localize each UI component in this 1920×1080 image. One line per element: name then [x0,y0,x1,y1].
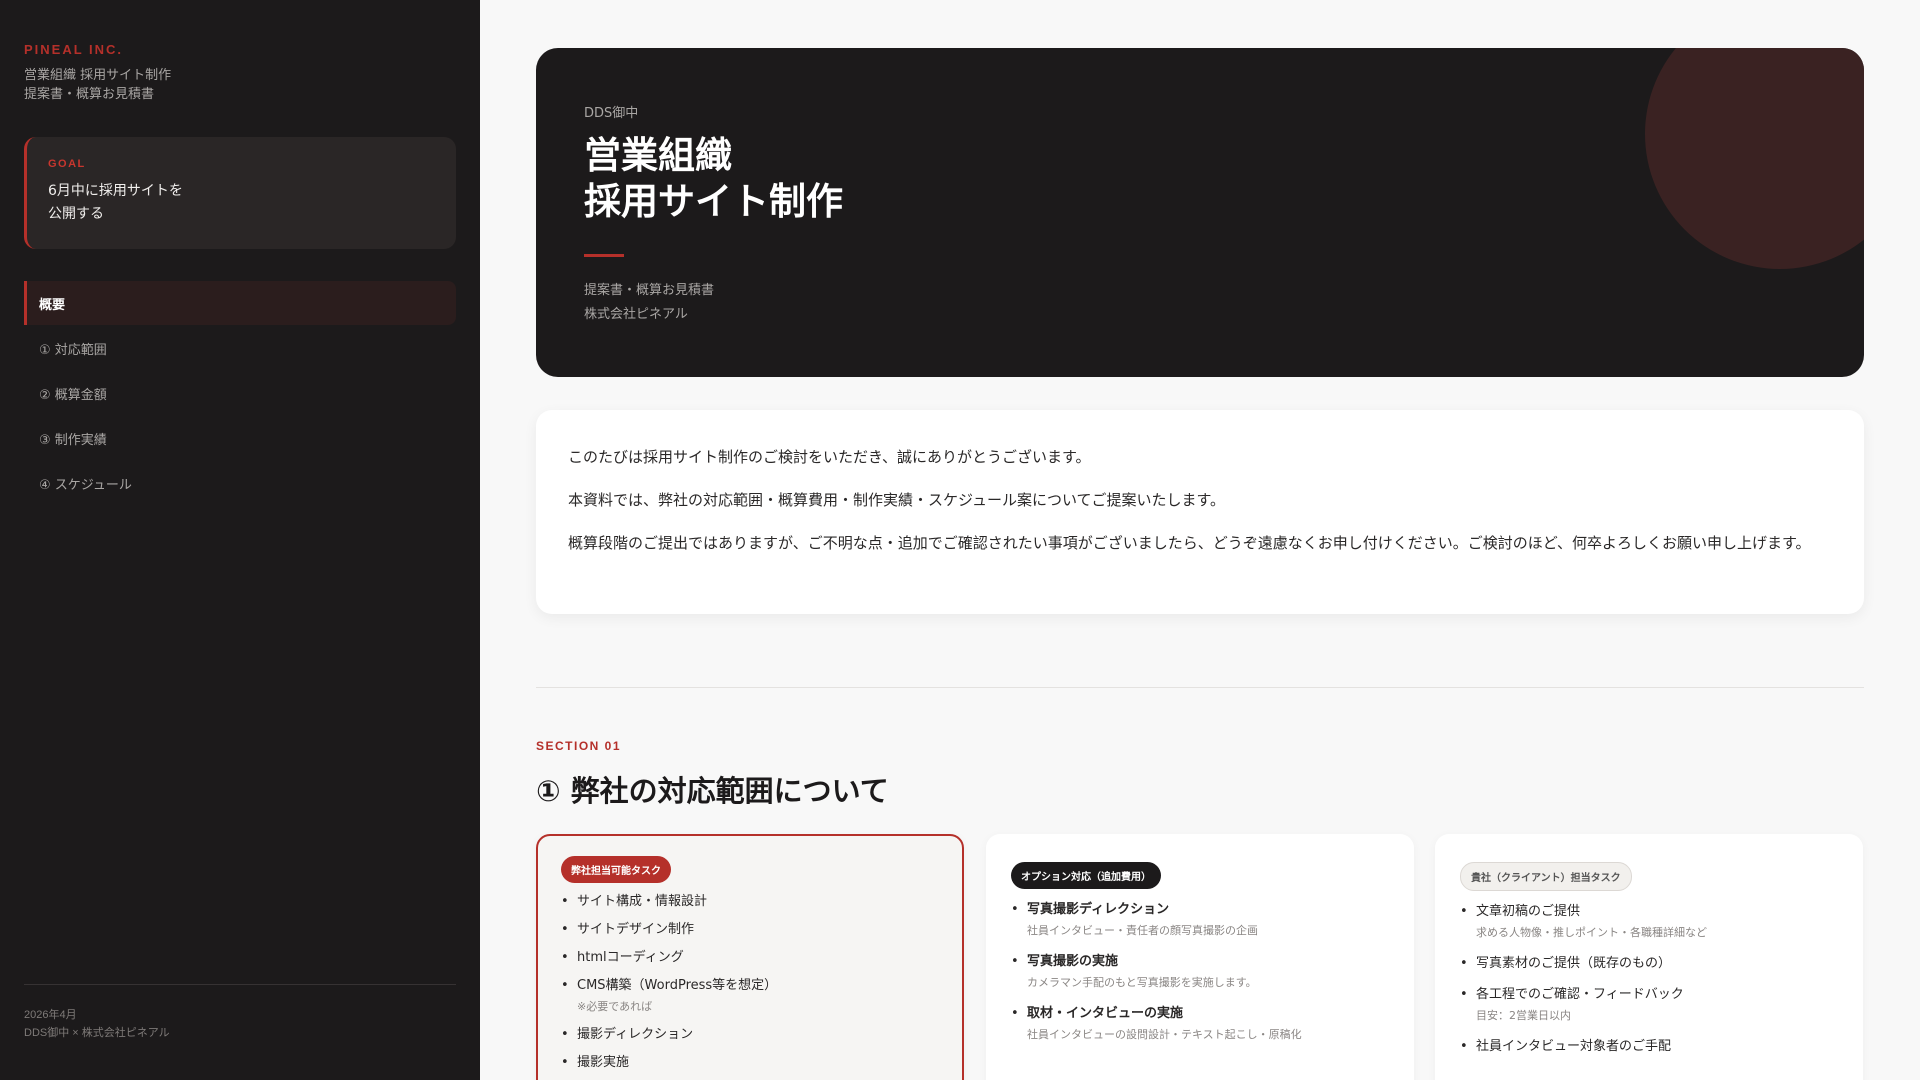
nav-item-estimate[interactable]: ② 概算金額 [24,371,456,415]
item-title: 撮影ディレクション [577,1027,694,1042]
footer-date: 2026年4月 [24,1009,77,1021]
list-item: 写真撮影ディレクション社員インタビュー・責任者の顔写真撮影の企画 [1011,901,1389,940]
subtitle-line: 提案書・概算お見積書 [24,87,155,102]
item-title: 写真撮影の実施 [1027,954,1119,969]
intro-paragraph: このたびは採用サイト制作のご検討をいただき、誠にありがとうございます。 [568,448,1091,466]
section-label: SECTION 01 [536,739,622,753]
item-title: CMS構築（WordPress等を想定） [577,978,778,993]
goal-label: GOAL [48,158,86,170]
item-title: サイトデザイン制作 [577,922,695,937]
task-list: 写真撮影ディレクション社員インタビュー・責任者の顔写真撮影の企画 写真撮影の実施… [1011,901,1389,1044]
card-badge: オプション対応（追加費用） [1011,862,1161,889]
list-item: 写真素材のご提供（既存のもの） [1460,955,1838,973]
list-item: 写真撮影の実施カメラマン手配のもと写真撮影を実施します。 [1011,953,1389,992]
item-title: htmlコーディング [577,950,684,965]
scope-card-options: オプション対応（追加費用） 写真撮影ディレクション社員インタビュー・責任者の顔写… [986,834,1414,1080]
brand-name: PINEAL INC. [24,42,124,57]
item-note: ※必要であれば [577,1000,653,1013]
goal-box: GOAL 6月中に採用サイトを 公開する [24,137,456,249]
section-title: ① 弊社の対応範囲について [536,774,889,808]
item-title: 文章初稿のご提供 [1476,904,1581,919]
item-title: 写真撮影ディレクション [1027,902,1170,917]
nav-item-schedule[interactable]: ④ スケジュール [24,461,456,505]
nav-item-works[interactable]: ③ 制作実績 [24,416,456,460]
scope-card-ours: 弊社担当可能タスク サイト構成・情報設計 サイトデザイン制作 htmlコーディン… [536,834,964,1080]
footer-parties: DDS御中 × 株式会社ピネアル [24,1027,170,1039]
item-title: 写真素材のご提供（既存のもの） [1476,956,1672,971]
section-nav: 概要 ① 対応範囲 ② 概算金額 ③ 制作実績 ④ スケジュール [24,281,456,506]
item-note: 求める人物像・推しポイント・各職種詳細など [1476,926,1707,939]
list-item: htmlコーディング [561,949,939,967]
task-list: サイト構成・情報設計 サイトデザイン制作 htmlコーディング CMS構築（Wo… [561,893,939,1072]
list-item: 各工程でのご確認・フィードバック目安：2営業日以内 [1460,986,1838,1025]
item-note: カメラマン手配のもと写真撮影を実施します。 [1027,976,1257,989]
hero-doc-type: 提案書・概算お見積書 [584,283,715,298]
item-note: 目安：2営業日以内 [1476,1009,1571,1022]
item-title: 社員インタビュー対象者のご手配 [1476,1039,1672,1054]
sidebar: PINEAL INC. 営業組織 採用サイト制作 提案書・概算お見積書 GOAL… [0,0,480,1080]
goal-text: 6月中に採用サイトを 公開する [48,180,435,226]
list-item: サイトデザイン制作 [561,921,939,939]
item-note: 社員インタビューの設問設計・テキスト起こし・原稿化 [1027,1028,1302,1041]
item-title: サイト構成・情報設計 [577,894,708,909]
sidebar-footer: 2026年4月 DDS御中 × 株式会社ピネアル [24,984,456,1042]
list-item: 撮影実施 [561,1054,939,1072]
intro-paragraph: 本資料では、弊社の対応範囲・概算費用・制作実績・スケジュール案についてご提案いた… [568,491,1226,509]
list-item: 取材・インタビューの実施社員インタビューの設問設計・テキスト起こし・原稿化 [1011,1005,1389,1044]
accent-rule [584,254,624,257]
list-item: サイト構成・情報設計 [561,893,939,911]
document-subtitle: 営業組織 採用サイト制作 提案書・概算お見積書 [24,66,171,104]
card-badge: 弊社担当可能タスク [561,856,671,883]
goal-line: 公開する [48,206,104,222]
item-title: 取材・インタビューの実施 [1027,1006,1184,1021]
list-item: 文章初稿のご提供求める人物像・推しポイント・各職種詳細など [1460,903,1838,942]
section-divider [536,687,1864,688]
item-title: 撮影実施 [577,1055,630,1070]
hero-company: 株式会社ピネアル [584,307,688,322]
hero-title-line: 営業組織 [584,134,732,177]
intro-paragraph: 概算段階のご提出ではありますが、ご不明な点・追加でご確認されたい事項がございまし… [568,534,1811,552]
nav-item-overview[interactable]: 概要 [24,281,456,325]
list-item: CMS構築（WordPress等を想定） ※必要であれば [561,977,939,1016]
subtitle-line: 営業組織 採用サイト制作 [24,68,172,83]
hero-title: 営業組織 採用サイト制作 [584,133,1816,225]
intro-card: このたびは採用サイト制作のご検討をいただき、誠にありがとうございます。 本資料で… [536,410,1864,614]
hero-title-line: 採用サイト制作 [584,180,843,223]
hero-subtitle: 提案書・概算お見積書 株式会社ピネアル [584,279,1816,327]
hero-banner: DDS御中 営業組織 採用サイト制作 提案書・概算お見積書 株式会社ピネアル [536,48,1864,377]
hero-recipient: DDS御中 [584,106,639,121]
task-list: 文章初稿のご提供求める人物像・推しポイント・各職種詳細など 写真素材のご提供（既… [1460,903,1838,1056]
item-title: 各工程でのご確認・フィードバック [1476,987,1684,1002]
item-note: 社員インタビュー・責任者の顔写真撮影の企画 [1027,924,1258,937]
goal-line: 6月中に採用サイトを [48,183,183,199]
card-badge: 貴社（クライアント）担当タスク [1460,862,1632,891]
scope-card-client: 貴社（クライアント）担当タスク 文章初稿のご提供求める人物像・推しポイント・各職… [1435,834,1863,1080]
nav-item-scope[interactable]: ① 対応範囲 [24,326,456,370]
list-item: 社員インタビュー対象者のご手配 [1460,1038,1838,1056]
list-item: 撮影ディレクション [561,1026,939,1044]
